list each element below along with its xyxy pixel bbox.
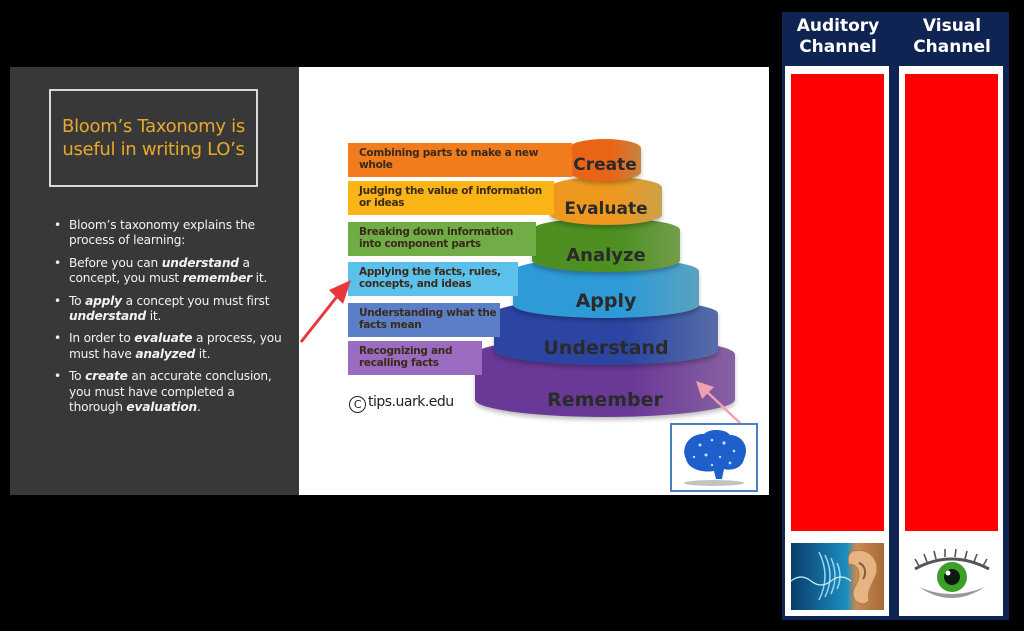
pyramid-band-evaluate: Judging the value of information or idea…	[348, 181, 554, 215]
band-description: Applying the facts, rules, concepts, and…	[359, 266, 501, 290]
bullet-item: To create an accurate conclusion, you mu…	[54, 369, 284, 415]
emphasis-text: evaluation	[126, 400, 197, 415]
slide-left-panel: Bloom’s Taxonomy is useful in writing LO…	[10, 67, 299, 495]
pyramid-band-understand: Understanding what the facts mean	[348, 303, 500, 337]
eye-image	[905, 543, 998, 610]
slide-title-box: Bloom’s Taxonomy is useful in writing LO…	[49, 89, 258, 187]
slide-title: Bloom’s Taxonomy is useful in writing LO…	[62, 115, 245, 161]
bullet-text: a concept you must first	[121, 293, 270, 308]
emphasis-text: apply	[85, 293, 122, 308]
header-line: Channel	[799, 37, 877, 57]
ear-image	[791, 543, 884, 610]
tier-label: Remember	[547, 389, 663, 411]
bullet-text: To	[69, 293, 86, 308]
bullet-text: it.	[146, 309, 162, 324]
ear-icon	[791, 543, 884, 610]
tier-label: Create	[573, 155, 637, 175]
header-line: Visual	[922, 16, 982, 36]
pyramid-band-create: Combining parts to make a new whole	[348, 143, 572, 177]
emphasis-text: analyzed	[135, 346, 196, 361]
band-description: Combining parts to make a new whole	[359, 147, 539, 171]
bullet-text: Bloom’s taxonomy explains the process of…	[69, 218, 255, 248]
tier-label: Understand	[543, 337, 669, 359]
emphasis-text: remember	[182, 271, 253, 286]
visual-channel-bar	[905, 74, 998, 531]
visual-channel-header: Visual Channel	[902, 16, 1002, 58]
pyramid-band-remember: Recognizing and recalling facts	[348, 341, 482, 375]
bullet-item: Before you can understand a concept, you…	[54, 256, 284, 287]
copyright-icon: C	[349, 396, 366, 413]
brain-image	[670, 423, 758, 492]
bullet-item: In order to evaluate a process, you must…	[54, 331, 284, 362]
tier-label: Apply	[575, 290, 637, 312]
tier-label: Evaluate	[564, 199, 648, 219]
bullet-text: To	[69, 369, 86, 384]
bullet-text: Before you can	[69, 255, 162, 270]
emphasis-text: understand	[69, 309, 147, 324]
auditory-channel-bar	[791, 74, 884, 531]
pyramid-tier-analyze: Analyze	[532, 218, 680, 272]
emphasis-text: create	[85, 369, 128, 384]
auditory-channel-header: Auditory Channel	[788, 16, 888, 58]
band-description: Understanding what the facts mean	[359, 307, 497, 331]
auditory-channel-card	[785, 66, 889, 616]
header-line: Channel	[913, 37, 991, 57]
bullet-text: .	[197, 400, 201, 415]
presentation-slide: Bloom’s Taxonomy is useful in writing LO…	[10, 67, 769, 495]
channels-panel: Auditory Channel Visual Channel	[782, 12, 1009, 620]
tier-label: Analyze	[566, 245, 646, 266]
source-credit: Ctips.uark.edu	[349, 394, 454, 413]
brain-icon	[684, 429, 747, 486]
emphasis-text: evaluate	[134, 331, 193, 346]
bullet-text: it.	[251, 271, 268, 286]
bullet-list: Bloom’s taxonomy explains the process of…	[54, 218, 284, 422]
pyramid-tier-create: Create	[569, 139, 641, 181]
bullet-text: In order to	[69, 331, 135, 346]
emphasis-text: understand	[161, 255, 239, 270]
slide-title-line-2: useful in writing LO’s	[62, 139, 245, 160]
visual-channel-card	[899, 66, 1003, 616]
pink-arrow-icon	[696, 381, 741, 424]
band-description: Breaking down information into component…	[359, 226, 514, 250]
pyramid-band-analyze: Breaking down information into component…	[348, 222, 536, 256]
slide-title-line-1: Bloom’s Taxonomy is	[62, 116, 245, 137]
pyramid-band-apply: Applying the facts, rules, concepts, and…	[348, 262, 518, 296]
header-line: Auditory	[796, 16, 880, 36]
band-description: Recognizing and recalling facts	[359, 345, 453, 369]
band-description: Judging the value of information or idea…	[359, 185, 542, 209]
bullet-item: To apply a concept you must first unders…	[54, 294, 284, 325]
bullet-text: it.	[195, 346, 211, 361]
pyramid-tier-evaluate: Evaluate	[550, 177, 662, 225]
red-arrow-icon	[299, 280, 351, 343]
eye-icon	[905, 543, 998, 610]
source-text: tips.uark.edu	[368, 394, 454, 410]
bullet-item: Bloom’s taxonomy explains the process of…	[54, 218, 284, 249]
